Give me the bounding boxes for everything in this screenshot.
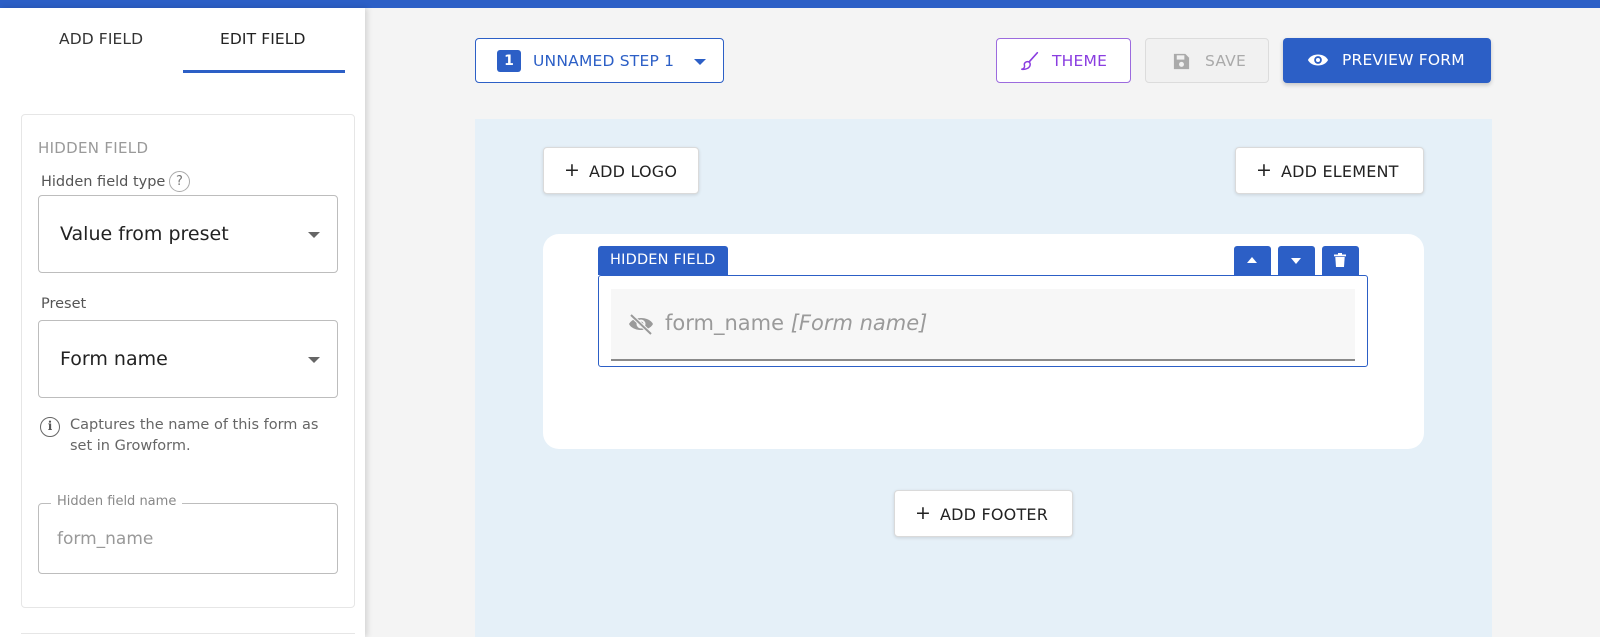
plus-icon: +: [1256, 159, 1272, 181]
eye-icon: [1307, 54, 1329, 66]
help-icon[interactable]: ?: [169, 171, 190, 192]
arrow-up-icon: [1247, 257, 1257, 263]
add-element-button[interactable]: + ADD ELEMENT: [1235, 147, 1424, 194]
delete-button[interactable]: [1322, 246, 1359, 275]
preview-form-label: PREVIEW FORM: [1342, 51, 1465, 69]
save-button-label: SAVE: [1205, 52, 1246, 70]
chevron-down-icon: [308, 357, 320, 363]
add-footer-label: ADD FOOTER: [940, 505, 1049, 524]
eye-off-icon: [629, 313, 653, 336]
hidden-field-name-label: Hidden field name: [51, 494, 183, 509]
card-title: HIDDEN FIELD: [38, 139, 149, 157]
hidden-field-type-label: Hidden field type: [41, 174, 166, 190]
chevron-down-icon: [308, 232, 320, 238]
add-element-label: ADD ELEMENT: [1281, 162, 1399, 181]
theme-button[interactable]: THEME: [996, 38, 1131, 83]
active-tab-indicator: [183, 70, 345, 73]
hidden-field-settings-card: HIDDEN FIELD Hidden field type ? Value f…: [21, 114, 355, 608]
preview-form-button[interactable]: PREVIEW FORM: [1283, 38, 1491, 83]
brush-icon: [1021, 51, 1039, 71]
hidden-field-tag: HIDDEN FIELD: [598, 246, 728, 275]
preset-select[interactable]: Form name: [38, 320, 338, 398]
hidden-field-type-select[interactable]: Value from preset: [38, 195, 338, 273]
plus-icon: +: [564, 159, 580, 181]
preset-value: Form name: [60, 348, 168, 370]
form-canvas: + ADD LOGO + ADD ELEMENT HIDDEN FIELD fo…: [475, 119, 1492, 637]
move-down-button[interactable]: [1278, 246, 1315, 275]
divider: [21, 633, 355, 634]
trash-icon: [1334, 253, 1346, 267]
sidebar-tabs: ADD FIELD EDIT FIELD: [0, 8, 365, 74]
sidebar: ADD FIELD EDIT FIELD HIDDEN FIELD Hidden…: [0, 8, 365, 637]
move-up-button[interactable]: [1234, 246, 1271, 275]
plus-icon: +: [915, 502, 931, 524]
chevron-down-icon: [694, 59, 706, 65]
arrow-down-icon: [1291, 258, 1301, 264]
hidden-field-name-input[interactable]: [57, 524, 317, 554]
step-label: UNNAMED STEP 1: [533, 52, 675, 70]
top-accent-bar: [0, 0, 1600, 8]
form-card: HIDDEN FIELD form_name [Form name]: [543, 234, 1424, 449]
add-logo-label: ADD LOGO: [589, 162, 678, 181]
hidden-field-preview: form_name [Form name]: [611, 289, 1355, 361]
add-logo-button[interactable]: + ADD LOGO: [543, 147, 699, 194]
hidden-field-name-field: Hidden field name: [38, 494, 338, 574]
hidden-field-preset-text: [Form name]: [790, 311, 928, 335]
add-footer-button[interactable]: + ADD FOOTER: [894, 490, 1073, 537]
info-icon: i: [40, 417, 60, 437]
tab-edit-field[interactable]: EDIT FIELD: [220, 30, 306, 48]
tab-add-field[interactable]: ADD FIELD: [59, 30, 143, 48]
save-icon: [1173, 53, 1190, 70]
step-selector[interactable]: 1 UNNAMED STEP 1: [475, 38, 724, 83]
step-number-badge: 1: [497, 50, 521, 72]
preset-label: Preset: [41, 296, 87, 312]
theme-button-label: THEME: [1052, 52, 1108, 70]
hidden-field-name-text: form_name: [665, 311, 785, 335]
info-text: Captures the name of this form as set in…: [70, 417, 319, 454]
hidden-field-type-value: Value from preset: [60, 223, 229, 245]
save-button[interactable]: SAVE: [1145, 38, 1269, 83]
hidden-field-element[interactable]: form_name [Form name]: [598, 275, 1368, 367]
hidden-field-value: form_name [Form name]: [665, 311, 927, 335]
